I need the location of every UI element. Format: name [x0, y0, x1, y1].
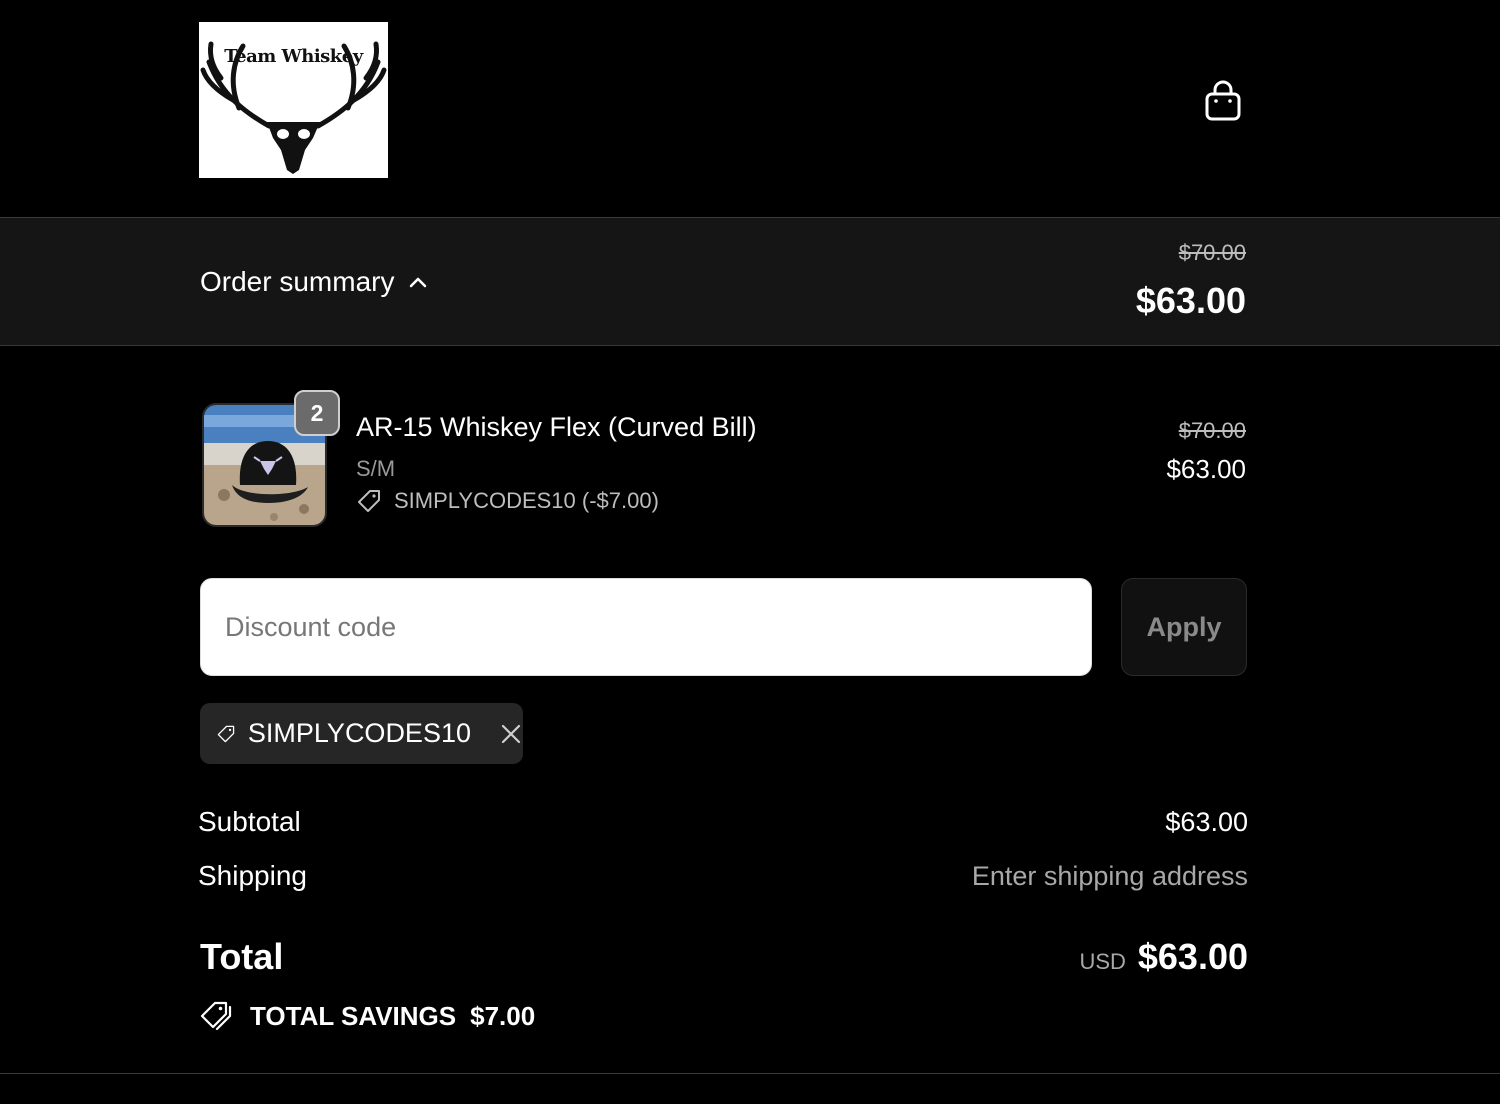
summary-original-price: $70.00: [1178, 240, 1246, 265]
item-price: $63.00: [1166, 454, 1246, 484]
total-currency: USD: [1079, 949, 1126, 974]
tag-icon: [217, 725, 235, 742]
remove-code-button[interactable]: [499, 720, 523, 748]
total-row: Total USD $63.00: [200, 936, 1248, 978]
total-savings-value: $7.00: [470, 1000, 536, 1031]
product-variant: S/M: [356, 456, 396, 481]
close-icon: [501, 724, 521, 743]
apply-button[interactable]: Apply: [1121, 578, 1247, 676]
product-title: AR-15 Whiskey Flex (Curved Bill): [356, 412, 757, 442]
subtotal-value: $63.00: [1165, 807, 1248, 837]
logo-text: Team Whiskey: [224, 46, 363, 67]
total-label: Total: [200, 936, 284, 977]
quantity-badge: 2: [294, 390, 340, 436]
shipping-value: Enter shipping address: [971, 861, 1248, 891]
header: Team Whiskey: [0, 0, 1500, 217]
tag-icon: [358, 490, 380, 512]
shipping-row: Shipping Enter shipping address: [198, 860, 1248, 892]
order-summary-bar: Order summary $70.00 $63.00: [0, 217, 1500, 346]
section-divider: [0, 1073, 1500, 1074]
line-item: 2 AR-15 Whiskey Flex (Curved Bill) S/M S…: [200, 390, 1248, 530]
total-amount: USD $63.00: [1079, 936, 1248, 978]
shipping-label: Shipping: [198, 860, 307, 891]
total-savings: TOTAL SAVINGS $7.00: [200, 1000, 535, 1032]
order-summary-label: Order summary: [200, 266, 395, 297]
item-discount-line: SIMPLYCODES10 (-$7.00): [356, 488, 659, 514]
tags-icon: [200, 1001, 232, 1031]
total-savings-label: TOTAL SAVINGS: [250, 1000, 457, 1031]
cart-button[interactable]: [1198, 76, 1248, 126]
shopping-bag-icon: [1205, 80, 1241, 121]
subtotal-label: Subtotal: [198, 806, 301, 837]
order-summary-toggle[interactable]: Order summary: [200, 266, 428, 298]
chevron-up-icon: [410, 277, 427, 288]
store-logo[interactable]: Team Whiskey: [199, 22, 388, 178]
item-original-price: $70.00: [1178, 418, 1246, 443]
total-value: $63.00: [1137, 936, 1248, 977]
summary-total-price: $63.00: [1135, 280, 1246, 321]
item-discount-text: SIMPLYCODES10 (-$7.00): [394, 488, 659, 513]
applied-code-label: SIMPLYCODES10: [247, 718, 471, 748]
discount-code-input[interactable]: [200, 578, 1092, 676]
applied-code-chip: SIMPLYCODES10: [200, 703, 523, 764]
subtotal-row: Subtotal $63.00: [198, 806, 1248, 838]
